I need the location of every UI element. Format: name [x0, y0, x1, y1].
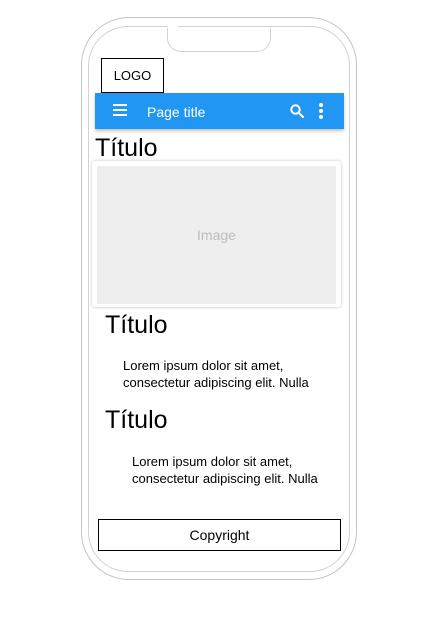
section-title: Título: [105, 311, 168, 339]
section-paragraph: Lorem ipsum dolor sit amet, consectetur …: [123, 358, 309, 390]
page-title: Page title: [147, 104, 206, 120]
logo[interactable]: LOGO: [101, 58, 164, 93]
hamburger-menu-icon[interactable]: [113, 104, 127, 117]
more-vertical-icon[interactable]: [319, 103, 323, 119]
phone-notch: [167, 26, 271, 52]
image-card: Image: [92, 161, 341, 307]
image-placeholder: Image: [97, 166, 336, 304]
copyright-footer: Copyright: [98, 519, 341, 551]
section-paragraph: Lorem ipsum dolor sit amet, consectetur …: [132, 454, 318, 486]
section-title: Título: [105, 406, 168, 434]
search-icon[interactable]: [290, 104, 304, 118]
section-title: Título: [95, 134, 158, 162]
app-bar: Page title: [95, 93, 344, 129]
